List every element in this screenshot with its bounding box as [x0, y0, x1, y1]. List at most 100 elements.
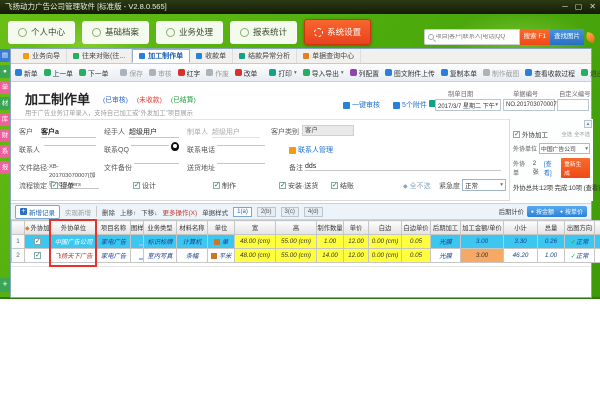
col-image[interactable]: 图样: [131, 221, 144, 235]
void-button[interactable]: 作废: [206, 68, 229, 78]
nav-base-archives[interactable]: 基础档案: [82, 21, 149, 44]
unselect-all-link[interactable]: ◆ 全不选: [403, 181, 431, 191]
dock-tab-status[interactable]: ●: [0, 65, 10, 78]
col-material[interactable]: 材料名称: [177, 221, 208, 235]
search-box[interactable]: [424, 29, 520, 45]
col-remark[interactable]: 备注: [595, 221, 600, 235]
delete-row-button[interactable]: 删除: [102, 207, 115, 217]
nav-business-process[interactable]: 业务处理: [156, 21, 223, 44]
unit-name-cell[interactable]: 中国广告公司: [51, 235, 97, 249]
more-actions-link[interactable]: 更多操作(X): [163, 207, 198, 217]
select-all-link[interactable]: 全选: [561, 130, 572, 138]
minimize-icon[interactable]: ─: [562, 0, 568, 14]
tab-document-query[interactable]: 单据查询中心: [297, 49, 361, 63]
price-cell[interactable]: 12.00: [344, 235, 369, 249]
outsource-unit-select[interactable]: 中国广告公司▾: [539, 143, 590, 154]
col-price[interactable]: 单价: [344, 221, 369, 235]
lock-checkbox-design[interactable]: 设计: [133, 181, 156, 191]
unit-name-cell[interactable]: 飞扬天下广告: [51, 249, 97, 263]
maximize-icon[interactable]: ▢: [575, 0, 583, 14]
unit-cell[interactable]: 单: [208, 235, 235, 249]
file-backup-field[interactable]: [134, 163, 179, 164]
remark-cell[interactable]: [595, 235, 600, 249]
biz-type-cell[interactable]: 室内写真: [144, 249, 177, 263]
panel-collapse-icon[interactable]: ▴: [584, 120, 592, 128]
total-qty-cell[interactable]: 1.00: [538, 249, 565, 263]
width-cell[interactable]: 48.00 (cm): [235, 249, 276, 263]
process-amount-cell[interactable]: 3.00: [461, 235, 504, 249]
col-qty[interactable]: 制作数量: [317, 221, 344, 235]
col-unit[interactable]: 单位: [208, 221, 235, 235]
copy-order-button[interactable]: 复制本单: [441, 68, 477, 78]
tab-account-reconcile[interactable]: 往来对账(往...: [67, 49, 132, 63]
attachment-upload-button[interactable]: 图文附件上传: [385, 68, 435, 78]
material-cell[interactable]: 条幅: [177, 249, 208, 263]
customer-field[interactable]: 客户a: [41, 127, 96, 138]
total-qty-cell[interactable]: 0.26: [538, 235, 565, 249]
direction-cell[interactable]: ✓正常: [565, 249, 595, 263]
col-post-process[interactable]: 后期加工: [431, 221, 461, 235]
print-button[interactable]: 打印▾: [269, 68, 296, 78]
nav-system-settings[interactable]: 系统设置: [304, 19, 371, 45]
height-cell[interactable]: 55.00 (cm): [276, 249, 317, 263]
project-cell[interactable]: 家电广告: [97, 235, 131, 249]
remark-cell[interactable]: [595, 249, 600, 263]
col-margin[interactable]: 白边: [369, 221, 402, 235]
tab-business-wizard[interactable]: 业务向导: [17, 49, 67, 63]
exit-button[interactable]: 退出: [581, 68, 600, 78]
price-cell[interactable]: 12.00: [344, 249, 369, 263]
contact-manager-link[interactable]: 联系人管理: [289, 145, 333, 155]
move-down-button[interactable]: 下移↓: [141, 207, 157, 217]
unit-cell[interactable]: 平米: [208, 249, 235, 263]
col-direction[interactable]: 出图方向: [565, 221, 595, 235]
table-row[interactable]: 2 飞扬天下广告 家电广告 室内写真 条幅 平米 48.00 (cm) 55.0…: [12, 249, 600, 263]
col-process-amount[interactable]: 加工金额/单价: [461, 221, 504, 235]
custom-no-field[interactable]: [557, 99, 589, 111]
material-cell[interactable]: 计算机: [177, 235, 208, 249]
dock-add-button[interactable]: +: [0, 278, 10, 292]
phone-field[interactable]: [217, 145, 265, 146]
move-up-button[interactable]: 上移↑: [120, 207, 136, 217]
save-button[interactable]: 保存: [120, 68, 143, 78]
tab-processing-order[interactable]: 加工制作单: [132, 49, 190, 63]
image-cell[interactable]: [131, 249, 144, 263]
search-input[interactable]: [436, 34, 516, 40]
one-key-audit-link[interactable]: 一键审核: [343, 100, 380, 110]
doc-no-field[interactable]: NO.201703070007: [503, 99, 555, 111]
prev-order-button[interactable]: 上一单: [44, 68, 73, 78]
find-image-button[interactable]: 查找图片: [550, 29, 584, 45]
dock-tab-material[interactable]: 材: [0, 97, 10, 110]
remark-field[interactable]: dds: [305, 163, 501, 171]
margin-price-cell[interactable]: 0.05: [402, 235, 431, 249]
col-outsource[interactable]: ◆外协加工: [25, 221, 51, 235]
outsource-cell[interactable]: [25, 249, 51, 263]
nav-personal-center[interactable]: 个人中心: [8, 21, 75, 44]
payment-process-button[interactable]: 查看收款过程: [525, 68, 575, 78]
col-biz-type[interactable]: 业务类型: [144, 221, 177, 235]
dock-tab-system[interactable]: 系: [0, 145, 10, 158]
tab-payment-analysis[interactable]: 结款异常分析: [233, 49, 297, 63]
import-export-button[interactable]: 导入导出▾: [303, 68, 344, 78]
outsource-summary-link[interactable]: 外协总共:12项 完成:10项 (查看详细): [513, 182, 590, 192]
qq-icon[interactable]: [171, 142, 179, 151]
modify-order-button[interactable]: 改单: [235, 68, 258, 78]
contact-field[interactable]: [44, 145, 96, 146]
date-picker[interactable]: 2017/3/7 星期二 下午▾: [435, 99, 501, 111]
dock-tab-finance[interactable]: 财: [0, 129, 10, 142]
col-margin-price[interactable]: 白边单价: [402, 221, 431, 235]
add-record-button[interactable]: +新增记录: [15, 205, 60, 219]
margin-cell[interactable]: 0.00 (cm): [369, 249, 402, 263]
qq-field[interactable]: [131, 145, 169, 146]
table-row[interactable]: 1 中国广告公司 家电广告 标识标牌 计算机 单 48.00 (cm) 55.0…: [12, 235, 600, 249]
attachments-link[interactable]: 5个附件: [393, 100, 427, 110]
margin-price-cell[interactable]: 0.05: [402, 249, 431, 263]
lock-checkbox-install[interactable]: 安装·送货: [279, 181, 318, 191]
lock-checkbox-settle[interactable]: 结账: [331, 181, 354, 191]
col-outsource-unit[interactable]: 外协单位: [51, 221, 97, 235]
post-process-cell[interactable]: 光膜: [431, 249, 461, 263]
col-height[interactable]: 高: [276, 221, 317, 235]
next-order-button[interactable]: 下一单: [79, 68, 108, 78]
handler-field[interactable]: 超级用户: [129, 127, 179, 138]
process-amount-cell[interactable]: 3.00: [461, 249, 504, 263]
lock-checkbox-order[interactable]: 接单: [51, 181, 74, 191]
